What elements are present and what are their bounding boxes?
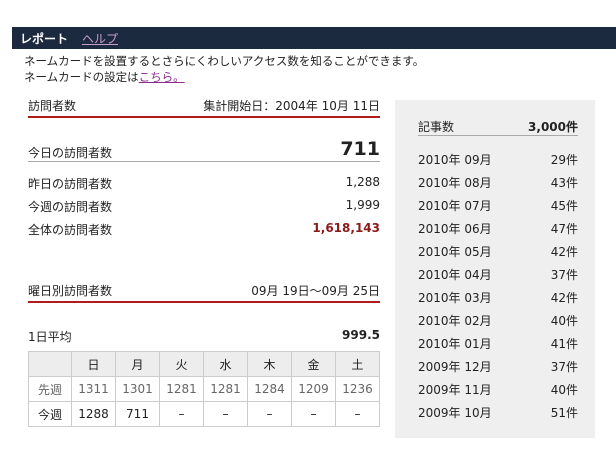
month-count: 40件	[550, 383, 578, 397]
this-week-row: 今週 1288 711 – – – – –	[28, 401, 380, 427]
week-visitors-value: 1,999	[345, 198, 380, 212]
month-label: 2010年 03月	[418, 291, 492, 305]
month-archive-item[interactable]: 2010年 05月 42件	[418, 241, 578, 259]
today-visitors-row: 今日の訪問者数 711	[28, 138, 380, 162]
help-link[interactable]: ヘルプ	[82, 30, 118, 47]
today-visitors-label: 今日の訪問者数	[28, 146, 113, 160]
daily-average-label: 1日平均	[28, 330, 72, 344]
table-cell: –	[203, 401, 248, 427]
article-count-panel: 記事数 3,000件 2010年 09月 29件 2010年 08月 43件 2…	[395, 100, 595, 438]
total-visitors-value: 1,618,143	[312, 221, 380, 235]
weekday-heading: 曜日別訪問者数 09月 19日〜09月 25日	[28, 283, 380, 303]
table-cell: 1301	[115, 376, 160, 402]
total-visitors-label: 全体の訪問者数	[28, 223, 113, 237]
table-cell: 1284	[247, 376, 292, 402]
day-header: 火	[159, 351, 204, 377]
table-cell: 1209	[291, 376, 336, 402]
table-cell: –	[159, 401, 204, 427]
row-label: 先週	[28, 376, 72, 402]
table-cell: –	[335, 401, 380, 427]
month-archive-item[interactable]: 2009年 12月 37件	[418, 356, 578, 374]
article-total-row: 記事数 3,000件	[418, 110, 578, 136]
month-count: 42件	[550, 245, 578, 259]
day-header: 木	[247, 351, 292, 377]
namecard-intro: ネームカードを設置するとさらにくわしいアクセス数を知ることができます。 ネームカ…	[24, 53, 424, 85]
month-count: 51件	[550, 406, 578, 420]
month-count: 37件	[550, 360, 578, 374]
daily-average-value: 999.5	[342, 328, 380, 342]
day-header: 月	[115, 351, 160, 377]
month-count: 42件	[550, 291, 578, 305]
month-archive-item[interactable]: 2010年 01月 41件	[418, 333, 578, 351]
total-visitors-row: 全体の訪問者数 1,618,143	[28, 219, 380, 237]
month-label: 2010年 04月	[418, 268, 492, 282]
daily-average-row: 1日平均 999.5	[28, 326, 380, 344]
weekday-corner-cell	[28, 351, 72, 377]
month-label: 2010年 05月	[418, 245, 492, 259]
weekday-header-row: 日 月 火 水 木 金 土	[28, 351, 380, 377]
month-count: 29件	[550, 153, 578, 167]
month-archive-item[interactable]: 2010年 06月 47件	[418, 218, 578, 236]
intro-line-2: ネームカードの設定はこちら。	[24, 69, 424, 85]
month-count: 41件	[550, 337, 578, 351]
visitors-heading: 訪問者数 集計開始日：2004年 10月 11日	[28, 98, 380, 118]
weekday-table: 日 月 火 水 木 金 土 先週 1311 1301 1281 1281 128…	[28, 351, 380, 427]
table-cell: 1236	[335, 376, 380, 402]
month-label: 2009年 11月	[418, 383, 492, 397]
month-label: 2010年 01月	[418, 337, 492, 351]
visitors-heading-label: 訪問者数	[28, 99, 77, 113]
table-cell: 1288	[71, 401, 116, 427]
row-label: 今週	[28, 401, 72, 427]
article-total-value: 3,000件	[528, 120, 578, 134]
yesterday-visitors-row: 昨日の訪問者数 1,288	[28, 173, 380, 191]
start-date: 集計開始日：2004年 10月 11日	[203, 99, 380, 113]
month-label: 2010年 09月	[418, 153, 492, 167]
month-count: 45件	[550, 199, 578, 213]
namecard-settings-link[interactable]: こちら。	[139, 70, 185, 84]
article-total-label: 記事数	[418, 120, 455, 134]
month-count: 47件	[550, 222, 578, 236]
report-title: レポート	[20, 32, 69, 46]
weekday-range: 09月 19日〜09月 25日	[251, 284, 380, 298]
month-archive-item[interactable]: 2009年 11月 40件	[418, 379, 578, 397]
month-archive-item[interactable]: 2010年 09月 29件	[418, 149, 578, 167]
week-visitors-row: 今週の訪問者数 1,999	[28, 196, 380, 214]
month-archive-item[interactable]: 2010年 08月 43件	[418, 172, 578, 190]
intro-line-2-text: ネームカードの設定は	[24, 70, 139, 84]
report-header-bar: レポート ヘルプ	[12, 27, 616, 49]
month-count: 40件	[550, 314, 578, 328]
table-cell: 1281	[159, 376, 204, 402]
month-label: 2009年 10月	[418, 406, 492, 420]
month-label: 2010年 06月	[418, 222, 492, 236]
month-count: 43件	[550, 176, 578, 190]
month-archive-item[interactable]: 2010年 07月 45件	[418, 195, 578, 213]
month-count: 37件	[550, 268, 578, 282]
month-label: 2009年 12月	[418, 360, 492, 374]
yesterday-visitors-value: 1,288	[345, 175, 380, 189]
month-archive-item[interactable]: 2010年 03月 42件	[418, 287, 578, 305]
yesterday-visitors-label: 昨日の訪問者数	[28, 177, 113, 191]
table-cell: –	[291, 401, 336, 427]
day-header: 土	[335, 351, 380, 377]
table-cell: 1311	[71, 376, 116, 402]
day-header: 日	[71, 351, 116, 377]
month-label: 2010年 07月	[418, 199, 492, 213]
last-week-row: 先週 1311 1301 1281 1281 1284 1209 1236	[28, 376, 380, 402]
month-label: 2010年 08月	[418, 176, 492, 190]
week-visitors-label: 今週の訪問者数	[28, 200, 113, 214]
table-cell: –	[247, 401, 292, 427]
month-label: 2010年 02月	[418, 314, 492, 328]
table-cell: 711	[115, 401, 160, 427]
today-visitors-value: 711	[340, 138, 380, 160]
day-header: 水	[203, 351, 248, 377]
intro-line-1: ネームカードを設置するとさらにくわしいアクセス数を知ることができます。	[24, 54, 425, 68]
month-archive-item[interactable]: 2010年 04月 37件	[418, 264, 578, 282]
day-header: 金	[291, 351, 336, 377]
month-archive-item[interactable]: 2010年 02月 40件	[418, 310, 578, 328]
weekday-heading-label: 曜日別訪問者数	[28, 284, 113, 298]
table-cell: 1281	[203, 376, 248, 402]
month-archive-item[interactable]: 2009年 10月 51件	[418, 402, 578, 420]
